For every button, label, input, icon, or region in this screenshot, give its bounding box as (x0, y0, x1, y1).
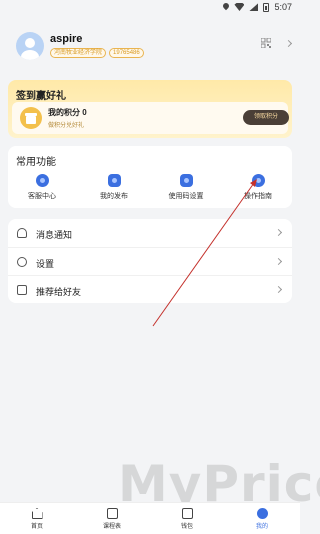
list-item-label: 设置 (36, 259, 55, 269)
home-icon (31, 508, 43, 519)
bell-icon (17, 228, 27, 238)
nav-timetable[interactable]: 课程表 (92, 508, 132, 530)
wifi-icon (234, 3, 245, 11)
func-label: 客服中心 (28, 193, 56, 200)
nav-home[interactable]: 首页 (17, 508, 57, 530)
nav-profile[interactable]: 我的 (242, 508, 282, 530)
signin-title: 签到赢好礼 (16, 91, 66, 102)
location-icon (223, 3, 229, 11)
nav-wallet[interactable]: 钱包 (167, 508, 207, 530)
nav-label: 首页 (30, 524, 43, 530)
status-bar: 5:07 (0, 0, 300, 14)
publish-icon (107, 174, 121, 187)
list-item-share[interactable]: 推荐给好友 (8, 275, 292, 303)
status-time: 5:07 (274, 2, 292, 12)
points-panel: 我的积分 0 做积分兑好礼 领取积分 (12, 102, 289, 134)
func-my-posts[interactable]: 我的发布 (84, 174, 144, 204)
gift-icon (20, 107, 42, 129)
chevron-right-icon (274, 285, 283, 294)
calendar-icon (106, 508, 118, 519)
points-title: 我的积分 0 (48, 108, 87, 117)
func-customer-service[interactable]: 客服中心 (12, 174, 72, 204)
signin-card: 签到赢好礼 我的积分 0 做积分兑好礼 领取积分 (8, 80, 292, 138)
bottom-nav: 首页 课程表 钱包 我的 (0, 502, 300, 534)
share-icon (17, 285, 27, 295)
profile-tags: 河南牧业经济学院 19765486 (50, 48, 144, 58)
points-subtitle: 做积分兑好礼 (48, 123, 85, 129)
common-functions-card: 常用功能 客服中心 我的发布 使用码设置 操作指南 (8, 146, 292, 208)
claim-points-button[interactable]: 领取积分 (243, 110, 289, 125)
profile-header[interactable]: aspire 河南牧业经济学院 19765486 (0, 24, 300, 72)
nav-label: 我的 (255, 524, 268, 530)
battery-icon (263, 2, 270, 12)
wallet-icon (181, 508, 193, 519)
avatar[interactable] (16, 32, 44, 60)
chevron-right-icon (284, 39, 293, 48)
guide-icon (251, 174, 265, 187)
func-label: 我的发布 (100, 193, 128, 200)
qr-code-icon[interactable] (261, 38, 271, 48)
profile-icon (256, 508, 268, 519)
chevron-right-icon (274, 228, 283, 237)
gear-icon (17, 257, 27, 267)
id-tag: 19765486 (109, 48, 144, 58)
settings-list: 消息通知 设置 推荐给好友 (8, 219, 292, 303)
username: aspire (50, 33, 83, 45)
chevron-right-icon (274, 257, 283, 266)
func-label: 操作指南 (244, 193, 272, 200)
list-item-label: 推荐给好友 (36, 287, 82, 297)
list-item-settings[interactable]: 设置 (8, 247, 292, 275)
func-label: 使用码设置 (168, 193, 204, 200)
func-code-settings[interactable]: 使用码设置 (156, 174, 216, 204)
functions-title: 常用功能 (16, 157, 56, 168)
school-tag: 河南牧业经济学院 (50, 48, 107, 58)
code-settings-icon (179, 174, 193, 187)
func-guide[interactable]: 操作指南 (228, 174, 288, 204)
list-item-notifications[interactable]: 消息通知 (8, 219, 292, 247)
signal-icon (249, 3, 259, 11)
nav-label: 课程表 (102, 524, 121, 530)
headset-icon (35, 174, 49, 187)
nav-label: 钱包 (180, 524, 193, 530)
list-item-label: 消息通知 (36, 230, 73, 240)
